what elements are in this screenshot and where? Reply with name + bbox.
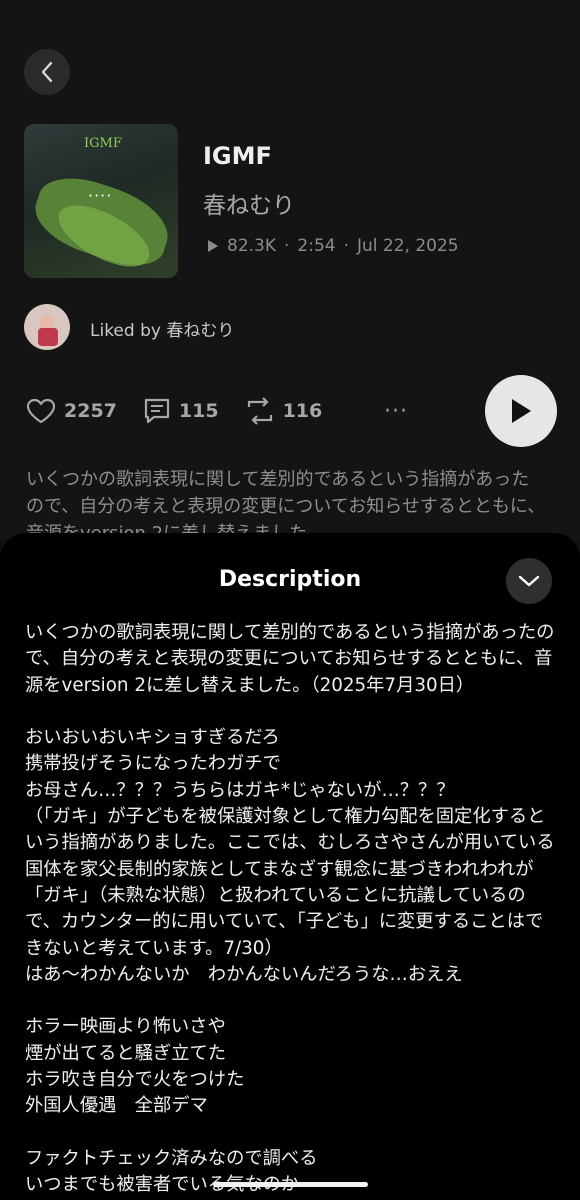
meta-separator: · [343,236,349,256]
more-horizontal-icon: ··· [384,399,408,424]
description-text: いくつかの歌詞表現に関して差別的であるという指摘があったので、自分の考えと表現の… [25,620,555,1199]
sheet-title: Description [218,567,362,592]
comment-icon [144,398,169,424]
avatar[interactable] [24,304,70,350]
cover-overlay-dots: ···· [88,186,113,205]
liked-by-prefix: Liked by [90,321,161,341]
description-line: ホラー映画より怖いさや [25,1016,226,1038]
comment-count: 115 [178,400,219,422]
artist-name[interactable]: 春ねむり [203,186,295,220]
repost-icon [247,397,272,425]
like-count: 2257 [64,400,117,422]
play-count-icon [208,240,218,252]
back-button[interactable] [24,49,70,95]
description-line: （「ガキ」が子どもを被保護対象として権力勾配を固定化するという指摘がありました。… [25,806,555,959]
chevron-down-icon [518,575,540,587]
track-duration: 2:54 [297,236,336,256]
description-line [25,1120,555,1146]
description-line: お母さん…？？？うちらはガキ*じゃないが…？？？ [25,779,455,801]
repost-count: 116 [282,400,323,422]
track-meta: 82.3K · 2:54 · Jul 22, 2025 [207,236,459,256]
comment-button[interactable]: 115 [143,397,219,425]
description-line: ホラ吹き自分で火をつけた [25,1069,245,1091]
description-line: はあ〜わかんないか わかんないんだろうな…おええ [25,963,463,985]
release-date: Jul 22, 2025 [357,236,459,256]
description-line: ファクトチェック済みなので調べる [25,1147,318,1169]
description-line: おいおいおいキショすぎるだろ [25,727,280,749]
repost-button[interactable]: 116 [245,397,323,425]
description-line: 煙が出てると騒ぎ立てた [25,1042,227,1064]
track-title: IGMF [203,142,272,170]
description-sheet: Description いくつかの歌詞表現に関して差別的であるという指摘があった… [0,533,580,1200]
description-line [25,699,555,725]
meta-separator: · [284,236,290,256]
description-line: いくつかの歌詞表現に関して差別的であるという指摘があったので、自分の考えと表現の… [25,622,555,696]
heart-icon [26,398,56,424]
like-button[interactable]: 2257 [26,398,117,424]
description-line: 外国人優遇 全部デマ [25,1095,208,1117]
more-button[interactable]: ··· [384,399,408,424]
play-icon [512,399,531,423]
liked-by-name: 春ねむり [166,321,235,341]
play-button[interactable] [485,375,557,447]
action-bar: 2257 115 116 [26,395,348,427]
chevron-left-icon [41,61,53,83]
home-indicator[interactable] [213,1182,368,1187]
album-cover[interactable]: IGMF ···· [24,124,178,278]
collapse-button[interactable] [506,558,552,604]
play-count: 82.3K [227,236,276,256]
description-line [25,988,555,1014]
cover-tag-text: IGMF [84,136,122,151]
description-line: 携帯投げそうになったわガチで [25,753,281,775]
description-preview[interactable]: いくつかの歌詞表現に関して差別的であるという指摘があったので、自分の考えと表現の… [26,466,546,536]
liked-by-label[interactable]: Liked by 春ねむり [90,316,234,341]
